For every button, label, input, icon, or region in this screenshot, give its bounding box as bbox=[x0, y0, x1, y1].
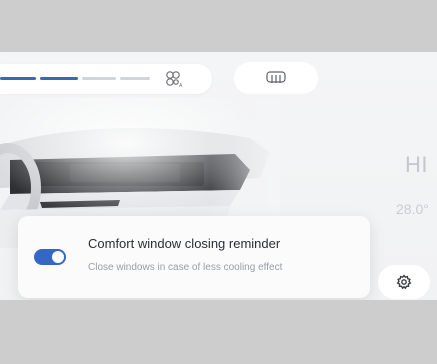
fan-icon[interactable]: A bbox=[162, 68, 184, 90]
top-background bbox=[0, 0, 437, 52]
climate-screen: A HI 28.0° Comfort window closing remind… bbox=[0, 52, 437, 300]
toggle-knob bbox=[52, 251, 64, 263]
fan-speed-slider[interactable]: A bbox=[0, 64, 212, 94]
temperature-value: 28.0° bbox=[396, 201, 429, 217]
svg-text:A: A bbox=[179, 83, 183, 89]
reminder-subtitle: Close windows in case of less cooling ef… bbox=[88, 262, 283, 273]
reminder-toggle[interactable] bbox=[34, 249, 66, 265]
rear-defrost-icon bbox=[266, 71, 286, 83]
reminder-title: Comfort window closing reminder bbox=[88, 236, 281, 251]
window-reminder-card: Comfort window closing reminder Close wi… bbox=[18, 216, 370, 298]
temperature-mode-label: HI bbox=[405, 152, 428, 177]
gear-icon bbox=[396, 274, 412, 290]
fan-level-segment bbox=[0, 77, 36, 80]
fan-level-segment bbox=[40, 77, 78, 80]
rear-defrost-button[interactable] bbox=[234, 62, 318, 94]
fan-level-segment bbox=[82, 77, 116, 80]
fan-level-segment bbox=[120, 77, 150, 80]
settings-button[interactable] bbox=[378, 265, 430, 299]
fan-speed-track[interactable] bbox=[0, 77, 150, 81]
bottom-background bbox=[0, 300, 437, 364]
